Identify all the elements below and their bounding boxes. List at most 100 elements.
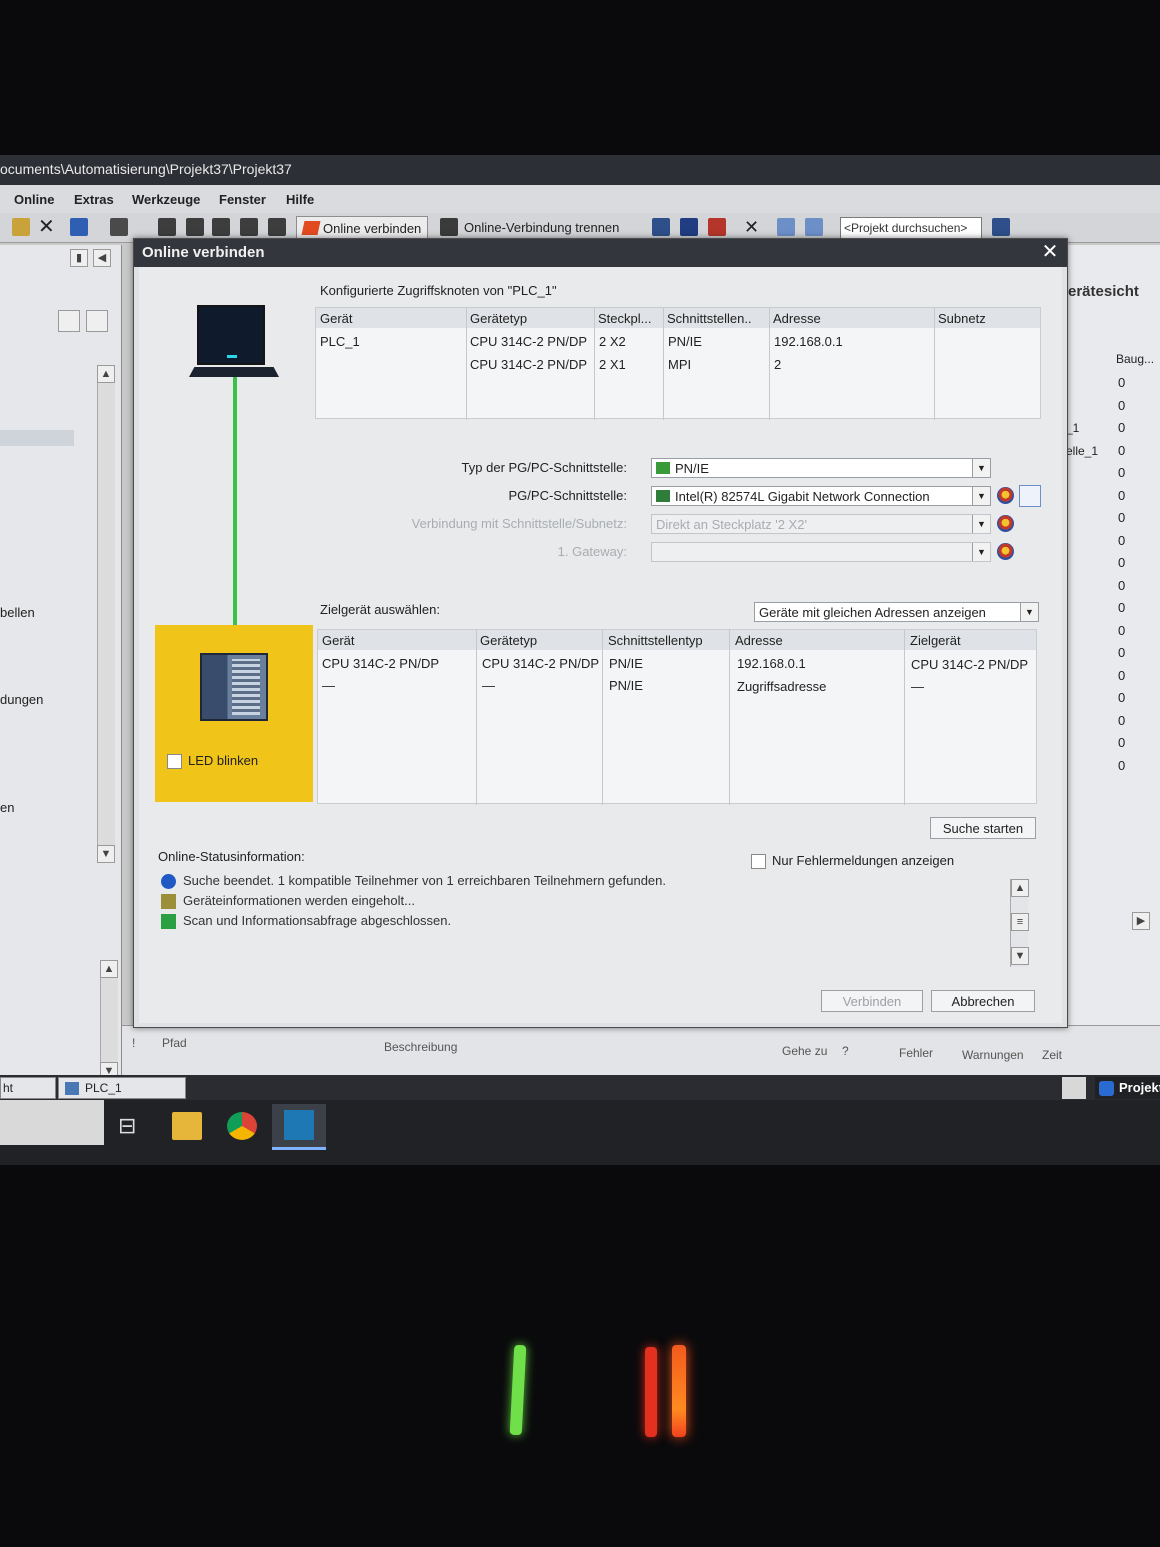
gateway-properties-icon[interactable]	[997, 543, 1014, 560]
interface-type-select[interactable]: PN/IE ▼	[651, 458, 991, 478]
interface-type-label: Typ der PG/PC-Schnittstelle:	[461, 460, 627, 475]
paste-icon[interactable]	[12, 218, 30, 236]
panel-collapse-icon[interactable]: ▮	[70, 249, 88, 267]
cancel-button[interactable]: Abbrechen	[931, 990, 1035, 1012]
view-list-icon[interactable]	[58, 310, 80, 332]
task-view-icon[interactable]: ⊟	[118, 1112, 148, 1140]
status-scrollbar[interactable]: ▲ ≡ ▼	[1010, 879, 1029, 967]
close-icon[interactable]: ✕	[1039, 241, 1061, 263]
scroll-down-icon[interactable]: ▼	[97, 845, 115, 863]
download-icon[interactable]	[186, 218, 204, 236]
red-status-led	[645, 1347, 657, 1437]
menu-werkzeuge[interactable]: Werkzeuge	[132, 192, 200, 207]
taskbar-search-area[interactable]	[0, 1100, 104, 1145]
start-search-button[interactable]: Suche starten	[930, 817, 1036, 839]
search-icon[interactable]	[1019, 485, 1041, 507]
module-value: 0	[1118, 712, 1126, 728]
led-blink-label: LED blinken	[188, 753, 259, 768]
chevron-down-icon[interactable]: ▼	[1020, 603, 1038, 621]
subnet-value: Direkt an Steckplatz '2 X2'	[656, 517, 807, 532]
led-blink-checkbox[interactable]: LED blinken	[167, 753, 259, 770]
tree-scrollbar[interactable]: ▲ ▼	[97, 365, 115, 863]
cell: MPI	[668, 357, 692, 372]
plc-tab-label: PLC_1	[85, 1081, 122, 1095]
col-geraetetyp[interactable]: Gerätetyp	[470, 311, 527, 326]
stop-cpu-icon[interactable]	[708, 218, 726, 236]
online-disconnect-button[interactable]: Online-Verbindung trennen	[464, 220, 619, 235]
subnet-select[interactable]: Direkt an Steckplatz '2 X2' ▼	[651, 514, 991, 534]
module-value: 0	[1118, 645, 1126, 660]
exclaim-column: !	[132, 1036, 136, 1050]
module-value: 0	[1118, 397, 1126, 413]
upload-icon[interactable]	[212, 218, 230, 236]
details-scrollbar[interactable]: ▲ ▼	[100, 960, 118, 1080]
delete-icon[interactable]: ✕	[38, 217, 56, 237]
module-value: 0	[1118, 442, 1126, 458]
module-value: 0	[1118, 375, 1126, 390]
col-zielgeraet[interactable]: Zielgerät	[910, 633, 961, 648]
loading-icon	[161, 894, 176, 909]
col-steckplatz[interactable]: Steckpl...	[598, 311, 651, 326]
portal-view-tab[interactable]: ht	[0, 1077, 56, 1099]
tia-portal-taskbar-button[interactable]	[272, 1104, 326, 1150]
start-cpu-icon[interactable]	[680, 218, 698, 236]
col-adresse[interactable]: Adresse	[773, 311, 821, 326]
scroll-up-icon[interactable]: ▲	[97, 365, 115, 383]
led-blink-check[interactable]	[167, 754, 182, 770]
tree-item-en[interactable]: en	[0, 800, 14, 815]
col-geraet[interactable]: Gerät	[320, 311, 353, 326]
gateway-select[interactable]: ▼	[651, 542, 991, 562]
menu-hilfe[interactable]: Hilfe	[286, 192, 314, 207]
scroll-down-icon[interactable]: ▼	[1011, 947, 1029, 965]
interface-properties-icon[interactable]	[997, 487, 1014, 504]
chevron-down-icon[interactable]: ▼	[972, 515, 990, 533]
project-search-input[interactable]: <Projekt durchsuchen>	[840, 217, 982, 239]
menu-online[interactable]: Online	[14, 192, 54, 207]
menu-extras[interactable]: Extras	[74, 192, 114, 207]
tree-selected-row[interactable]	[0, 430, 74, 446]
file-explorer-icon[interactable]	[172, 1112, 202, 1140]
plc-tab[interactable]: PLC_1	[58, 1077, 186, 1099]
redo-icon[interactable]	[110, 218, 128, 236]
col-geraet[interactable]: Gerät	[322, 633, 355, 648]
menu-fenster[interactable]: Fenster	[219, 192, 266, 207]
properties-icon[interactable]	[1062, 1077, 1086, 1099]
view-add-icon[interactable]	[86, 310, 108, 332]
target-filter-select[interactable]: Geräte mit gleichen Adressen anzeigen ▼	[754, 602, 1039, 622]
subnet-properties-icon[interactable]	[997, 515, 1014, 532]
col-subnetz[interactable]: Subnetz	[938, 311, 986, 326]
chevron-down-icon[interactable]: ▼	[972, 459, 990, 477]
connect-button[interactable]: Verbinden	[821, 990, 923, 1012]
interface-select[interactable]: Intel(R) 82574L Gigabit Network Connecti…	[651, 486, 991, 506]
col-schnittstelle[interactable]: Schnittstellen..	[667, 311, 752, 326]
description-column: Beschreibung	[384, 1040, 458, 1054]
gateway-label: 1. Gateway:	[557, 544, 627, 559]
online-connect-button[interactable]: Online verbinden	[296, 216, 429, 240]
tree-item-tabellen[interactable]: bellen	[0, 605, 35, 620]
split-horizontal-icon[interactable]	[777, 218, 795, 236]
undo-icon[interactable]	[70, 218, 88, 236]
scroll-right-icon[interactable]: ▶	[1132, 912, 1150, 930]
col-schnittstellentyp[interactable]: Schnittstellentyp	[608, 633, 703, 648]
cell: PLC_1	[320, 334, 360, 349]
split-vertical-icon[interactable]	[805, 218, 823, 236]
configured-nodes-title: Konfigurierte Zugriffsknoten von "PLC_1"	[320, 283, 557, 298]
monitor-icon[interactable]	[268, 218, 286, 236]
disconnect-icon[interactable]	[440, 218, 458, 236]
panel-left-arrow-icon[interactable]: ◀	[93, 249, 111, 267]
chevron-down-icon[interactable]: ▼	[972, 487, 990, 505]
tree-item-verbindungen[interactable]: dungen	[0, 692, 43, 707]
cross-reference-icon[interactable]: ✕	[744, 218, 762, 236]
scroll-up-icon[interactable]: ▲	[1011, 879, 1029, 897]
col-adresse[interactable]: Adresse	[735, 633, 783, 648]
compile-icon[interactable]	[158, 218, 176, 236]
interface-value: Intel(R) 82574L Gigabit Network Connecti…	[675, 489, 930, 504]
details-scroll-up-icon[interactable]: ▲	[100, 960, 118, 978]
col-geraetetyp[interactable]: Gerätetyp	[480, 633, 537, 648]
search-go-icon[interactable]	[992, 218, 1010, 236]
chevron-down-icon[interactable]: ▼	[972, 543, 990, 561]
scroll-thumb[interactable]: ≡	[1011, 913, 1029, 931]
chrome-icon[interactable]	[227, 1112, 257, 1140]
accessible-devices-icon[interactable]	[652, 218, 670, 236]
simulation-icon[interactable]	[240, 218, 258, 236]
